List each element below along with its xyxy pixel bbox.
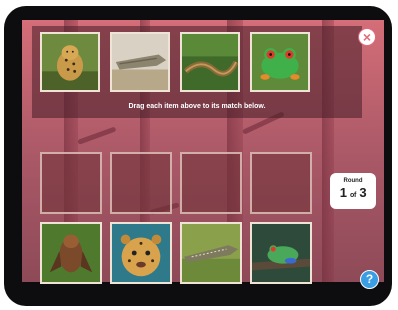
draggable-crocodile-photo[interactable] xyxy=(110,32,170,92)
snake-image xyxy=(182,34,238,90)
help-button[interactable]: ? xyxy=(360,270,379,289)
crocodile-image xyxy=(112,34,168,90)
drop-zone-4[interactable] xyxy=(250,152,312,214)
draggable-jaguar-photo[interactable] xyxy=(40,32,100,92)
round-current: 1 xyxy=(339,185,347,200)
round-indicator: Round 1 of 3 xyxy=(330,173,376,209)
target-bat-photo xyxy=(40,222,102,284)
target-frog-photo xyxy=(250,222,312,284)
drop-zone-1[interactable] xyxy=(40,152,102,214)
close-button[interactable]: × xyxy=(358,28,376,46)
close-icon: × xyxy=(362,29,372,45)
jaguar-face-image xyxy=(112,224,170,282)
instruction-text: Drag each item above to its match below. xyxy=(128,103,266,110)
tree-frog-image xyxy=(252,224,310,282)
bat-image xyxy=(42,224,100,282)
help-icon: ? xyxy=(365,272,374,286)
draggable-snake-photo[interactable] xyxy=(180,32,240,92)
crocodile-closeup-image xyxy=(182,224,240,282)
round-total: 3 xyxy=(359,185,367,200)
frog-image xyxy=(252,34,308,90)
drop-zone-3[interactable] xyxy=(180,152,242,214)
round-progress: 1 of 3 xyxy=(330,185,376,200)
jaguar-image xyxy=(42,34,98,90)
drop-zone-2[interactable] xyxy=(110,152,172,214)
target-crocodile-photo xyxy=(180,222,242,284)
round-label: Round xyxy=(343,178,363,184)
draggable-frog-photo[interactable] xyxy=(250,32,310,92)
target-jaguar-face-photo xyxy=(110,222,172,284)
round-separator: of xyxy=(349,192,356,199)
tree-branch xyxy=(77,126,117,145)
